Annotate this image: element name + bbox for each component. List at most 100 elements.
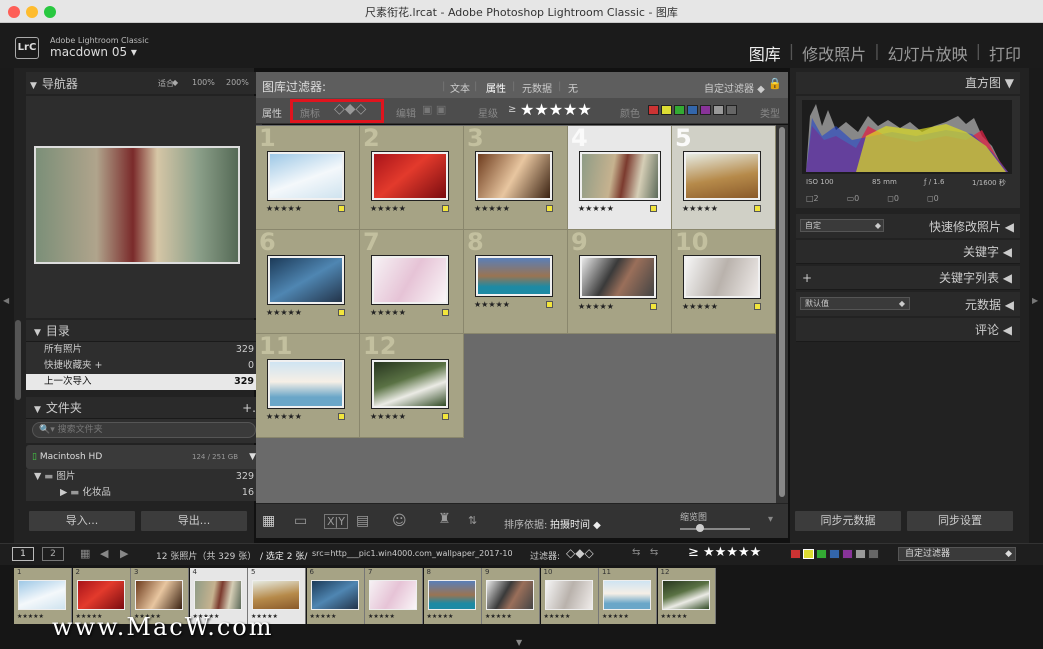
sync-settings-button[interactable]: 同步设置 [906,510,1014,532]
grid-cell-rating[interactable]: ★★★★★ [266,204,302,213]
filter-mode-text[interactable]: 文本 [450,80,470,95]
filmstrip-thumbnail[interactable]: 11 ★★★★★ [599,568,657,624]
folder-search-input[interactable]: 🔍▾ 搜索文件夹 [32,422,256,438]
module-slideshow[interactable]: 幻灯片放映 [880,41,976,65]
folder-cosmetics[interactable]: ▶ ▬ 化妆品 16 [26,485,262,501]
filmstrip-image[interactable] [603,580,651,610]
grid-cell-color-label[interactable] [442,205,449,212]
left-panel-scrollbar[interactable] [15,320,21,400]
catalog-header[interactable]: ▼ 目录 [26,320,262,342]
loupe-view-icon[interactable]: ▭ [294,513,307,529]
toolbar-menu-icon[interactable]: ▾ [768,514,773,525]
grid-cell[interactable]: 6 ★★★★★ [256,228,360,334]
grid-cell-rating[interactable]: ★★★★★ [474,204,510,213]
thumbnail-size-slider[interactable] [680,528,750,530]
filmstrip-image[interactable] [310,580,359,610]
user-name[interactable]: macdown 05 ▾ [50,45,137,59]
grid-cell-rating[interactable]: ★★★★★ [474,300,510,309]
grid-cell[interactable]: 7 ★★★★★ [360,228,464,334]
metadata-header[interactable]: 默认值 ◆ 元数据 ◀ [796,292,1020,316]
sync-metadata-button[interactable]: 同步元数据 [794,510,902,532]
grid-cell-rating[interactable]: ★★★★★ [682,302,718,311]
survey-view-icon[interactable]: ▤ [356,513,369,529]
histogram-graph[interactable] [796,96,1020,208]
grid-cell-rating[interactable]: ★★★★★ [682,204,718,213]
grid-view-icon[interactable]: ▦ [262,513,275,529]
filmstrip-image[interactable] [76,580,125,610]
grid-thumbnail[interactable] [372,360,448,408]
drive-row[interactable]: ▯ Macintosh HD 124 / 251 GB ▼ [26,445,262,469]
grid-cell[interactable]: 4 ★★★★★ [568,124,672,230]
filmstrip-image[interactable] [252,580,300,610]
filter-mode-attribute[interactable]: 属性 [486,80,506,95]
grid-cell[interactable]: 10 ★★★★★ [672,228,776,334]
people-view-icon[interactable]: ☺ [392,513,407,529]
filmstrip-thumbnail[interactable]: 12 ★★★★★ [657,568,716,624]
grid-cell-color-label[interactable] [546,301,553,308]
sort-dropdown[interactable]: 拍摄时间 ◆ [550,516,601,531]
grid-thumbnail[interactable] [268,152,344,200]
grid-cell-color-label[interactable] [546,205,553,212]
navigator-preview-image[interactable] [34,146,240,264]
grid-cell-color-label[interactable] [650,205,657,212]
keyword-list-header[interactable]: + 关键字列表 ◀ [796,266,1020,290]
grid-thumbnail[interactable] [476,256,552,296]
histogram-tools[interactable]: □2 ▭0 ◻0 ◻0 [806,194,939,203]
grid-cell-rating[interactable]: ★★★★★ [370,204,406,213]
secondary-window-button[interactable]: 2 [42,547,64,561]
edit-filter-icons[interactable]: ▣ ▣ [422,103,446,116]
grid-thumbnail[interactable] [268,360,344,408]
filmstrip-rating-stars[interactable]: ≥ ★★★★★ [688,545,761,560]
filmstrip-image[interactable] [369,580,417,610]
folder-pictures[interactable]: ▼ ▬ 图片 329 [26,469,262,485]
folders-header[interactable]: ▼ 文件夹 +. [26,397,262,419]
grid-thumbnail[interactable] [580,256,656,298]
grid-icon[interactable]: ▦ [80,547,90,560]
filmstrip-custom-filter[interactable]: 自定过滤器 ◆ [898,547,1016,561]
filter-mode-none[interactable]: 无 [568,80,578,95]
grid-cell-rating[interactable]: ★★★★★ [578,204,614,213]
sort-direction-icon[interactable]: ⇅ [468,514,477,527]
zoom-100-option[interactable]: 100% [192,78,215,87]
quick-develop-header[interactable]: 自定 ◆ 快速修改照片 ◀ [796,214,1020,238]
metadata-preset[interactable]: 默认值 ◆ [800,297,910,310]
grid-cell-color-label[interactable] [338,413,345,420]
grid-cell-rating[interactable]: ★★★★★ [266,308,302,317]
grid-cell[interactable]: 1 ★★★★★ [256,124,360,230]
grid-cell[interactable]: 9 ★★★★★ [568,228,672,334]
module-develop[interactable]: 修改照片 [794,41,874,65]
grid-cell-rating[interactable]: ★★★★★ [370,308,406,317]
grid-cell-rating[interactable]: ★★★★★ [266,412,302,421]
thumbnail-size-knob[interactable] [696,524,704,532]
lock-icon[interactable]: 🔒 [768,77,782,90]
catalog-item-all[interactable]: 所有照片 329 [26,342,262,358]
source-path[interactable]: src=http___pic1.win4000.com_wallpaper_20… [312,549,513,558]
zoom-200-option[interactable]: 200% [226,78,249,87]
compare-view-icon[interactable]: X|Y [324,514,348,529]
comments-header[interactable]: 评论 ◀ [796,318,1020,342]
filmstrip-thumbnail[interactable]: 7 ★★★★★ [365,568,423,624]
forward-icon[interactable]: ▶ [120,547,128,560]
catalog-item-last-import[interactable]: 上一次导入 329 [26,374,262,390]
grid-thumbnail[interactable] [372,152,448,200]
grid-cell-color-label[interactable] [442,309,449,316]
filmstrip-thumbnail[interactable]: 8 ★★★★★ [423,568,482,624]
bottom-panel-toggle-icon[interactable]: ▼ [516,638,522,647]
custom-filter-dropdown[interactable]: 自定过滤器 ◆ [704,80,765,95]
import-button[interactable]: 导入... [28,510,136,532]
filmstrip-thumbnail[interactable]: 10 ★★★★★ [540,568,599,624]
histogram-header[interactable]: 直方图 ▼ [796,72,1020,94]
back-icon[interactable]: ◀ [100,547,108,560]
primary-window-button[interactable]: 1 [12,547,34,561]
filmstrip-thumbnail[interactable]: 9 ★★★★★ [482,568,540,624]
grid-thumbnail[interactable] [684,256,760,298]
grid-cell[interactable]: 8 ★★★★★ [464,228,568,334]
grid-cell-color-label[interactable] [338,309,345,316]
quick-develop-preset[interactable]: 自定 ◆ [800,219,884,232]
catalog-item-quick[interactable]: 快捷收藏夹 +0 [26,358,262,374]
filmstrip-image[interactable] [18,580,66,610]
filmstrip-image[interactable] [135,580,183,610]
left-panel-toggle-icon[interactable]: ◀ [3,296,9,305]
grid-cell[interactable]: 5 ★★★★★ [672,124,776,230]
export-button[interactable]: 导出... [140,510,248,532]
